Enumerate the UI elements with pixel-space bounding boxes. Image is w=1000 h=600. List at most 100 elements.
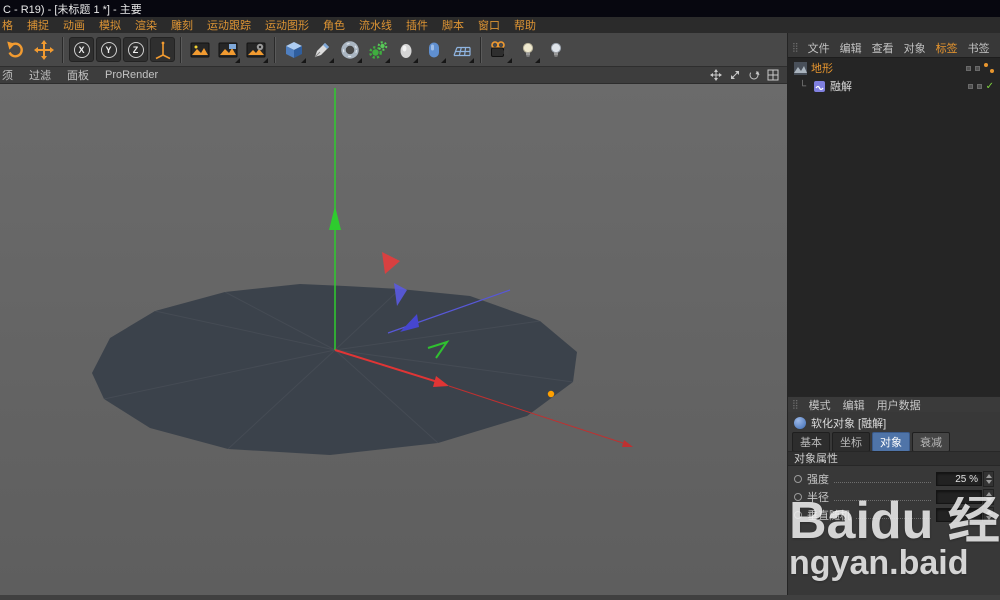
viewport-menu-filter[interactable]: 过滤 bbox=[21, 67, 59, 83]
menu-item-simulate[interactable]: 模拟 bbox=[92, 17, 128, 33]
menu-item-sculpt[interactable]: 雕刻 bbox=[164, 17, 200, 33]
keyframe-dot-icon[interactable] bbox=[794, 511, 802, 519]
strength-value-field[interactable]: 25 % bbox=[936, 472, 982, 486]
render-view-button[interactable] bbox=[187, 36, 213, 64]
keyframe-dot-icon[interactable] bbox=[794, 493, 802, 501]
menu-item-render[interactable]: 渲染 bbox=[128, 17, 164, 33]
radius-value-field[interactable] bbox=[936, 490, 982, 504]
property-label: 强度 bbox=[807, 471, 829, 487]
panel-grip-icon[interactable]: ⣿ bbox=[788, 42, 803, 53]
visibility-toggle[interactable] bbox=[966, 66, 971, 71]
radius-handle-dot[interactable] bbox=[548, 391, 554, 397]
add-light-button[interactable] bbox=[515, 36, 541, 64]
menu-item-plugins[interactable]: 插件 bbox=[399, 17, 435, 33]
menu-item-pipeline[interactable]: 流水线 bbox=[352, 17, 399, 33]
visibility-toggle[interactable] bbox=[975, 66, 980, 71]
light-bulb-icon bbox=[518, 40, 538, 60]
tab-object[interactable]: 对象 bbox=[872, 432, 910, 452]
menu-item-snap[interactable]: 捕捉 bbox=[20, 17, 56, 33]
rotate-view-icon[interactable] bbox=[748, 69, 760, 81]
radius-stepper[interactable] bbox=[983, 489, 994, 505]
add-light-alt-button[interactable] bbox=[543, 36, 569, 64]
capsule-icon bbox=[424, 40, 444, 60]
pan-view-icon[interactable] bbox=[710, 69, 722, 81]
keyframe-dot-icon[interactable] bbox=[794, 475, 802, 483]
attribute-tabs: 基本 坐标 对象 衰减 bbox=[792, 432, 950, 452]
add-primitive-button[interactable] bbox=[281, 36, 307, 64]
add-modeling-generator-button[interactable] bbox=[365, 36, 391, 64]
viewport-menu-view[interactable]: 须 bbox=[0, 67, 21, 83]
menu-item-help[interactable]: 帮助 bbox=[507, 17, 543, 33]
om-menu-bookmarks[interactable]: 书签 bbox=[963, 40, 995, 56]
toolbar-separator bbox=[480, 37, 482, 63]
viewport-menu-prorender[interactable]: ProRender bbox=[97, 69, 166, 81]
viewport-canvas[interactable] bbox=[0, 84, 787, 595]
panel-grip-icon[interactable]: ⣿ bbox=[788, 399, 803, 410]
viewport-menu-panel[interactable]: 面板 bbox=[59, 67, 97, 83]
toggle-panels-icon[interactable] bbox=[767, 69, 779, 81]
right-panel: ⣿ 文件 编辑 查看 对象 标签 书签 地形 └ 融解 ✓ bbox=[787, 33, 1000, 595]
visibility-toggle[interactable] bbox=[977, 84, 982, 89]
cube-icon bbox=[284, 40, 304, 60]
z-axis-lock-button[interactable]: Z bbox=[123, 37, 148, 62]
z-axis-ring-icon: Z bbox=[128, 42, 144, 58]
attribute-properties: 强度 25 % 半径 垂直随机 bbox=[788, 470, 1000, 524]
undo-button[interactable] bbox=[3, 36, 29, 64]
y-axis-arrow[interactable] bbox=[329, 206, 341, 230]
add-generator-button[interactable] bbox=[337, 36, 363, 64]
visibility-toggle[interactable] bbox=[968, 84, 973, 89]
menu-item-animation[interactable]: 动画 bbox=[56, 17, 92, 33]
om-menu-objects[interactable]: 对象 bbox=[899, 40, 931, 56]
om-menu-edit[interactable]: 编辑 bbox=[835, 40, 867, 56]
tab-basic[interactable]: 基本 bbox=[792, 432, 830, 452]
coordinate-system-button[interactable] bbox=[150, 37, 175, 62]
viewport[interactable] bbox=[0, 84, 787, 595]
menu-item-motion-tracker[interactable]: 运动跟踪 bbox=[200, 17, 258, 33]
add-camera-button[interactable] bbox=[487, 36, 513, 64]
am-menu-mode[interactable]: 模式 bbox=[803, 397, 837, 413]
layer-dots-icon[interactable] bbox=[984, 62, 994, 74]
property-row-vertical-randomness: 垂直随机 bbox=[788, 506, 1000, 524]
move-tool-button[interactable] bbox=[31, 36, 57, 64]
add-floor-button[interactable] bbox=[449, 36, 475, 64]
tab-coordinates[interactable]: 坐标 bbox=[832, 432, 870, 452]
zoom-view-icon[interactable] bbox=[729, 69, 741, 81]
window-title: C - R19) - [未标题 1 *] - 主要 bbox=[3, 1, 142, 17]
render-picture-viewer-button[interactable] bbox=[215, 36, 241, 64]
menu-item-mograph[interactable]: 运动图形 bbox=[258, 17, 316, 33]
vertical-randomness-value-field[interactable] bbox=[936, 508, 982, 522]
add-deformer-button[interactable] bbox=[393, 36, 419, 64]
am-menu-edit[interactable]: 编辑 bbox=[837, 397, 871, 413]
enable-checkmark[interactable]: ✓ bbox=[986, 81, 994, 92]
object-manager-list[interactable]: 地形 └ 融解 ✓ bbox=[788, 57, 1000, 396]
attribute-manager-menu: ⣿ 模式 编辑 用户数据 bbox=[788, 396, 1000, 412]
render-settings-button[interactable] bbox=[243, 36, 269, 64]
object-row-melt[interactable]: └ 融解 ✓ bbox=[788, 78, 1000, 94]
object-controls bbox=[966, 62, 994, 74]
menu-item-window[interactable]: 窗口 bbox=[471, 17, 507, 33]
add-environment-button[interactable] bbox=[421, 36, 447, 64]
menu-item-mesh[interactable]: 格 bbox=[0, 17, 20, 33]
vertical-randomness-stepper[interactable] bbox=[983, 507, 994, 523]
gears-icon bbox=[368, 40, 388, 60]
terrain-object-icon bbox=[794, 62, 807, 75]
tab-falloff[interactable]: 衰减 bbox=[912, 432, 950, 452]
menu-item-script[interactable]: 脚本 bbox=[435, 17, 471, 33]
coordinate-system-icon bbox=[153, 40, 173, 60]
add-spline-button[interactable] bbox=[309, 36, 335, 64]
floor-grid-icon bbox=[452, 40, 472, 60]
red-plane-handle[interactable] bbox=[382, 252, 400, 274]
y-axis-lock-button[interactable]: Y bbox=[96, 37, 121, 62]
tree-branch-icon: └ bbox=[799, 81, 809, 92]
menu-item-character[interactable]: 角色 bbox=[316, 17, 352, 33]
strength-stepper[interactable] bbox=[983, 471, 994, 487]
om-menu-view[interactable]: 查看 bbox=[867, 40, 899, 56]
om-menu-tags[interactable]: 标签 bbox=[931, 40, 963, 56]
am-menu-userdata[interactable]: 用户数据 bbox=[871, 397, 927, 413]
om-menu-file[interactable]: 文件 bbox=[803, 40, 835, 56]
x-axis-lock-button[interactable]: X bbox=[69, 37, 94, 62]
move-icon bbox=[34, 40, 54, 60]
object-row-terrain[interactable]: 地形 bbox=[788, 60, 1000, 76]
viewport-menu-bar: 须 过滤 面板 ProRender bbox=[0, 67, 787, 84]
torus-icon bbox=[340, 40, 360, 60]
